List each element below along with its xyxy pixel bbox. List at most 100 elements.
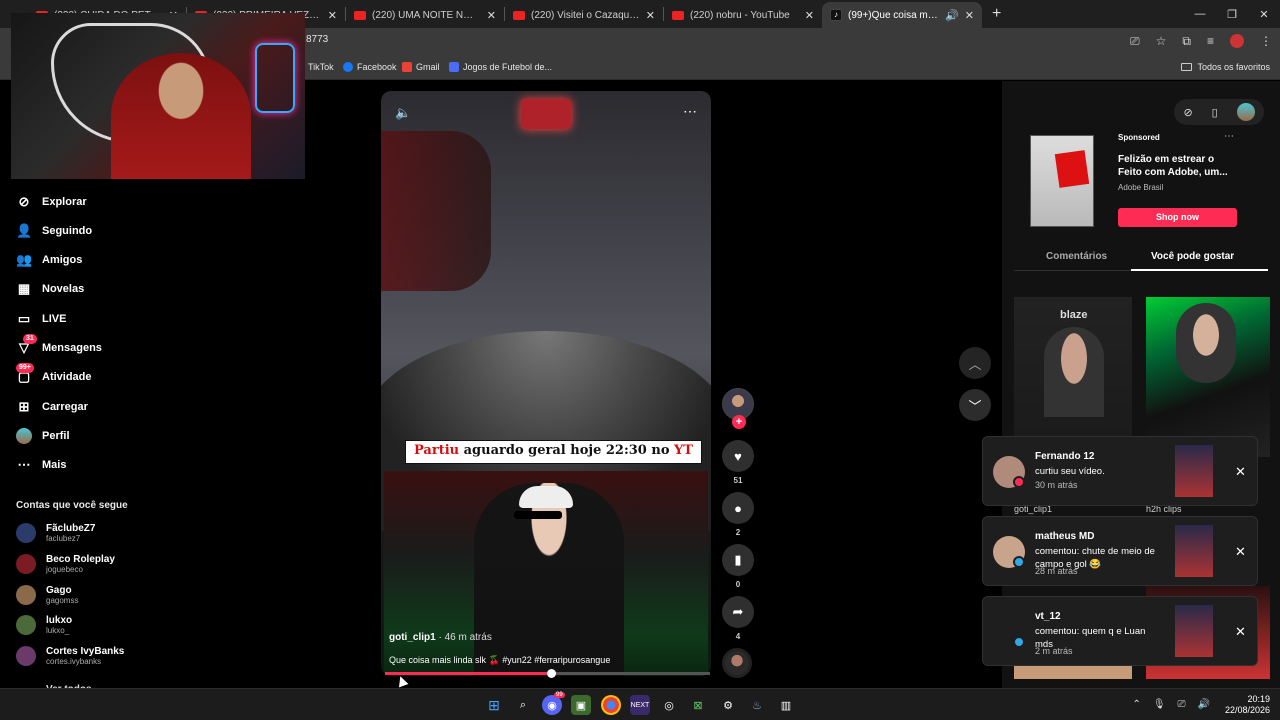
mouse-cursor bbox=[395, 674, 409, 688]
followed-account[interactable]: FãclubeZ7 faclubez7 bbox=[16, 523, 95, 543]
bookmark-item[interactable]: Facebook bbox=[343, 62, 397, 72]
next-video-button[interactable]: ﹀ bbox=[959, 389, 991, 421]
suggested-video-thumbnail[interactable]: blaze bbox=[1014, 297, 1132, 455]
browser-tab-active[interactable]: ♪(99+)Que coisa mais linda s...🔊✕ bbox=[822, 2, 982, 28]
share-icon[interactable]: ➦ bbox=[722, 596, 754, 628]
music-disc[interactable] bbox=[722, 648, 752, 678]
tab-comentarios[interactable]: Comentários bbox=[1046, 251, 1107, 262]
followed-account[interactable]: Gago gagomss bbox=[16, 585, 78, 605]
close-tab-icon[interactable]: ✕ bbox=[487, 9, 496, 22]
clock[interactable]: 20:19 22/08/2026 bbox=[1225, 694, 1270, 716]
sidebar-item-novelas[interactable]: ▦ Novelas bbox=[16, 281, 84, 297]
sidebar-item-mensagens[interactable]: ▽ 31 Mensagens bbox=[16, 334, 102, 356]
sidebar-item-seguindo[interactable]: 👤 Seguindo bbox=[16, 223, 92, 239]
app-icon[interactable]: NEXT bbox=[630, 695, 650, 715]
app-icon[interactable]: ◎ bbox=[659, 695, 679, 715]
followed-account[interactable]: lukxo lukxo_ bbox=[16, 615, 72, 635]
progress-handle[interactable] bbox=[546, 669, 556, 678]
xbox-icon[interactable]: ⊠ bbox=[688, 695, 708, 715]
address-bar[interactable]: 8773 bbox=[306, 34, 328, 45]
sidebar-item-amigos[interactable]: 👥 Amigos bbox=[16, 252, 82, 268]
network-icon[interactable]: ⎚ bbox=[1178, 699, 1186, 710]
close-icon[interactable]: ✕ bbox=[1235, 624, 1246, 640]
extensions-icon[interactable]: ⧉ bbox=[1182, 34, 1191, 49]
browser-tab[interactable]: (220) nobru - YouTube ✕ bbox=[664, 2, 822, 28]
heart-icon[interactable]: ♥ bbox=[722, 440, 754, 472]
close-icon[interactable]: ✕ bbox=[1235, 544, 1246, 560]
app-icon[interactable]: ▣ bbox=[571, 695, 591, 715]
bookmark-star-icon[interactable]: ☆ bbox=[1156, 34, 1167, 49]
video-thumbnail[interactable] bbox=[1175, 605, 1213, 657]
video-author[interactable]: goti_clip1 · 46 m atrás bbox=[389, 632, 492, 643]
tab-voce-pode-gostar[interactable]: Você pode gostar bbox=[1151, 251, 1234, 262]
followed-account[interactable]: Cortes IvyBanks cortes.ivybanks bbox=[16, 646, 124, 666]
sidebar-item-atividade[interactable]: ▢ 99+ Atividade bbox=[16, 363, 92, 385]
new-tab-button[interactable]: + bbox=[982, 5, 1011, 23]
notification-toast[interactable]: Fernando 12 curtiu seu vídeo. 30 m atrás… bbox=[982, 436, 1258, 506]
discord-icon[interactable]: ◉ 99 bbox=[542, 692, 565, 715]
sidebar-item-carregar[interactable]: ⊞ Carregar bbox=[16, 399, 88, 415]
close-tab-icon[interactable]: ✕ bbox=[328, 9, 337, 22]
suggested-video-thumbnail[interactable] bbox=[1146, 297, 1270, 457]
close-tab-icon[interactable]: ✕ bbox=[646, 9, 655, 22]
sidebar-item-live[interactable]: ▭ LIVE bbox=[16, 311, 67, 327]
more-options-icon[interactable]: ⋯ bbox=[1224, 131, 1234, 142]
browser-tab[interactable]: (220) UMA NOITE NO LEILÃO D...✕ bbox=[346, 2, 504, 28]
close-icon[interactable]: ✕ bbox=[1235, 464, 1246, 480]
share-action[interactable]: ➦ 4 bbox=[722, 596, 754, 641]
app-icon[interactable]: ▥ bbox=[776, 695, 796, 715]
all-bookmarks[interactable]: Todos os favoritos bbox=[1181, 62, 1270, 72]
video-player[interactable]: 🔈 ⋯ Partiu aguardo geral hoje 22:30 no Y… bbox=[381, 91, 711, 676]
followed-account[interactable]: Beco Roleplay joguebeco bbox=[16, 554, 115, 574]
minimize-button[interactable]: — bbox=[1184, 8, 1216, 20]
like-action[interactable]: ♥ 51 bbox=[722, 440, 754, 485]
close-tab-icon[interactable]: ✕ bbox=[805, 9, 814, 22]
volume-icon[interactable]: 🔈 bbox=[395, 105, 411, 121]
shop-now-button[interactable]: Shop now bbox=[1118, 208, 1237, 227]
sidebar-item-explorar[interactable]: ⊘ Explorar bbox=[16, 194, 87, 210]
notification-toast[interactable]: vt_12 comentou: quem q e Luan mds 2 m at… bbox=[982, 596, 1258, 666]
profile-avatar[interactable] bbox=[1230, 34, 1244, 48]
facebook-icon bbox=[343, 62, 353, 72]
video-description: Que coisa mais linda slk 🍒 #yun22 #ferra… bbox=[389, 655, 611, 665]
menu-icon[interactable]: ⋮ bbox=[1260, 34, 1272, 49]
browser-tab[interactable]: (220) Visitei o Cazaquistão (mi...✕ bbox=[505, 2, 663, 28]
microphone-icon[interactable]: 🎙 bbox=[1153, 699, 1166, 710]
windows-start-icon[interactable]: ⊞ bbox=[484, 695, 504, 715]
close-tab-icon[interactable]: ✕ bbox=[965, 9, 974, 22]
cast-icon[interactable]: ⎚ bbox=[1130, 34, 1140, 49]
search-icon[interactable]: ⌕ bbox=[513, 695, 533, 715]
bookmark-icon[interactable]: ▮ bbox=[722, 544, 754, 576]
save-action[interactable]: ▮ 0 bbox=[722, 544, 754, 589]
volume-icon[interactable]: 🔊 bbox=[1198, 699, 1210, 710]
compass-icon[interactable]: ⊘ bbox=[1183, 106, 1192, 119]
video-progress-bar[interactable] bbox=[385, 669, 710, 678]
comment-icon[interactable]: ● bbox=[722, 492, 754, 524]
bookmark-item[interactable]: Jogos de Futebol de... bbox=[449, 62, 552, 72]
notification-toast[interactable]: matheus MD comentou: chute de meio de ca… bbox=[982, 516, 1258, 586]
avatar bbox=[16, 523, 36, 543]
more-options-icon[interactable]: ⋯ bbox=[683, 103, 697, 120]
video-thumbnail[interactable] bbox=[1175, 445, 1213, 497]
sidebar-item-mais[interactable]: ⋯ Mais bbox=[16, 457, 67, 473]
close-window-button[interactable]: ✕ bbox=[1248, 8, 1280, 21]
steam-icon[interactable]: ♨ bbox=[747, 695, 767, 715]
settings-icon[interactable]: ⚙ bbox=[718, 695, 738, 715]
video-thumbnail[interactable] bbox=[1175, 525, 1213, 577]
previous-video-button[interactable]: ︿ bbox=[959, 347, 991, 379]
chrome-icon[interactable] bbox=[601, 695, 621, 715]
media-control-icon[interactable]: ≡ bbox=[1207, 34, 1214, 49]
bookmark-item[interactable]: TikTok bbox=[308, 62, 334, 72]
chevron-up-icon[interactable]: ⌃ bbox=[1132, 699, 1140, 710]
sidebar-item-perfil[interactable]: Perfil bbox=[16, 428, 70, 444]
comment-action[interactable]: ● 2 bbox=[722, 492, 754, 537]
follow-plus-button[interactable]: + bbox=[732, 415, 746, 429]
user-avatar[interactable] bbox=[1236, 103, 1255, 121]
phone-icon[interactable]: ▯ bbox=[1212, 106, 1218, 119]
speaker-icon[interactable]: 🔊 bbox=[945, 9, 959, 22]
window-controls: — ❐ ✕ bbox=[1184, 0, 1280, 28]
maximize-button[interactable]: ❐ bbox=[1216, 8, 1248, 21]
ad-thumbnail[interactable] bbox=[1030, 135, 1094, 227]
sponsored-ad[interactable]: Sponsored ⋯ Felizão em estrear o Feito c… bbox=[1014, 131, 1244, 227]
bookmark-item[interactable]: Gmail bbox=[402, 62, 440, 72]
